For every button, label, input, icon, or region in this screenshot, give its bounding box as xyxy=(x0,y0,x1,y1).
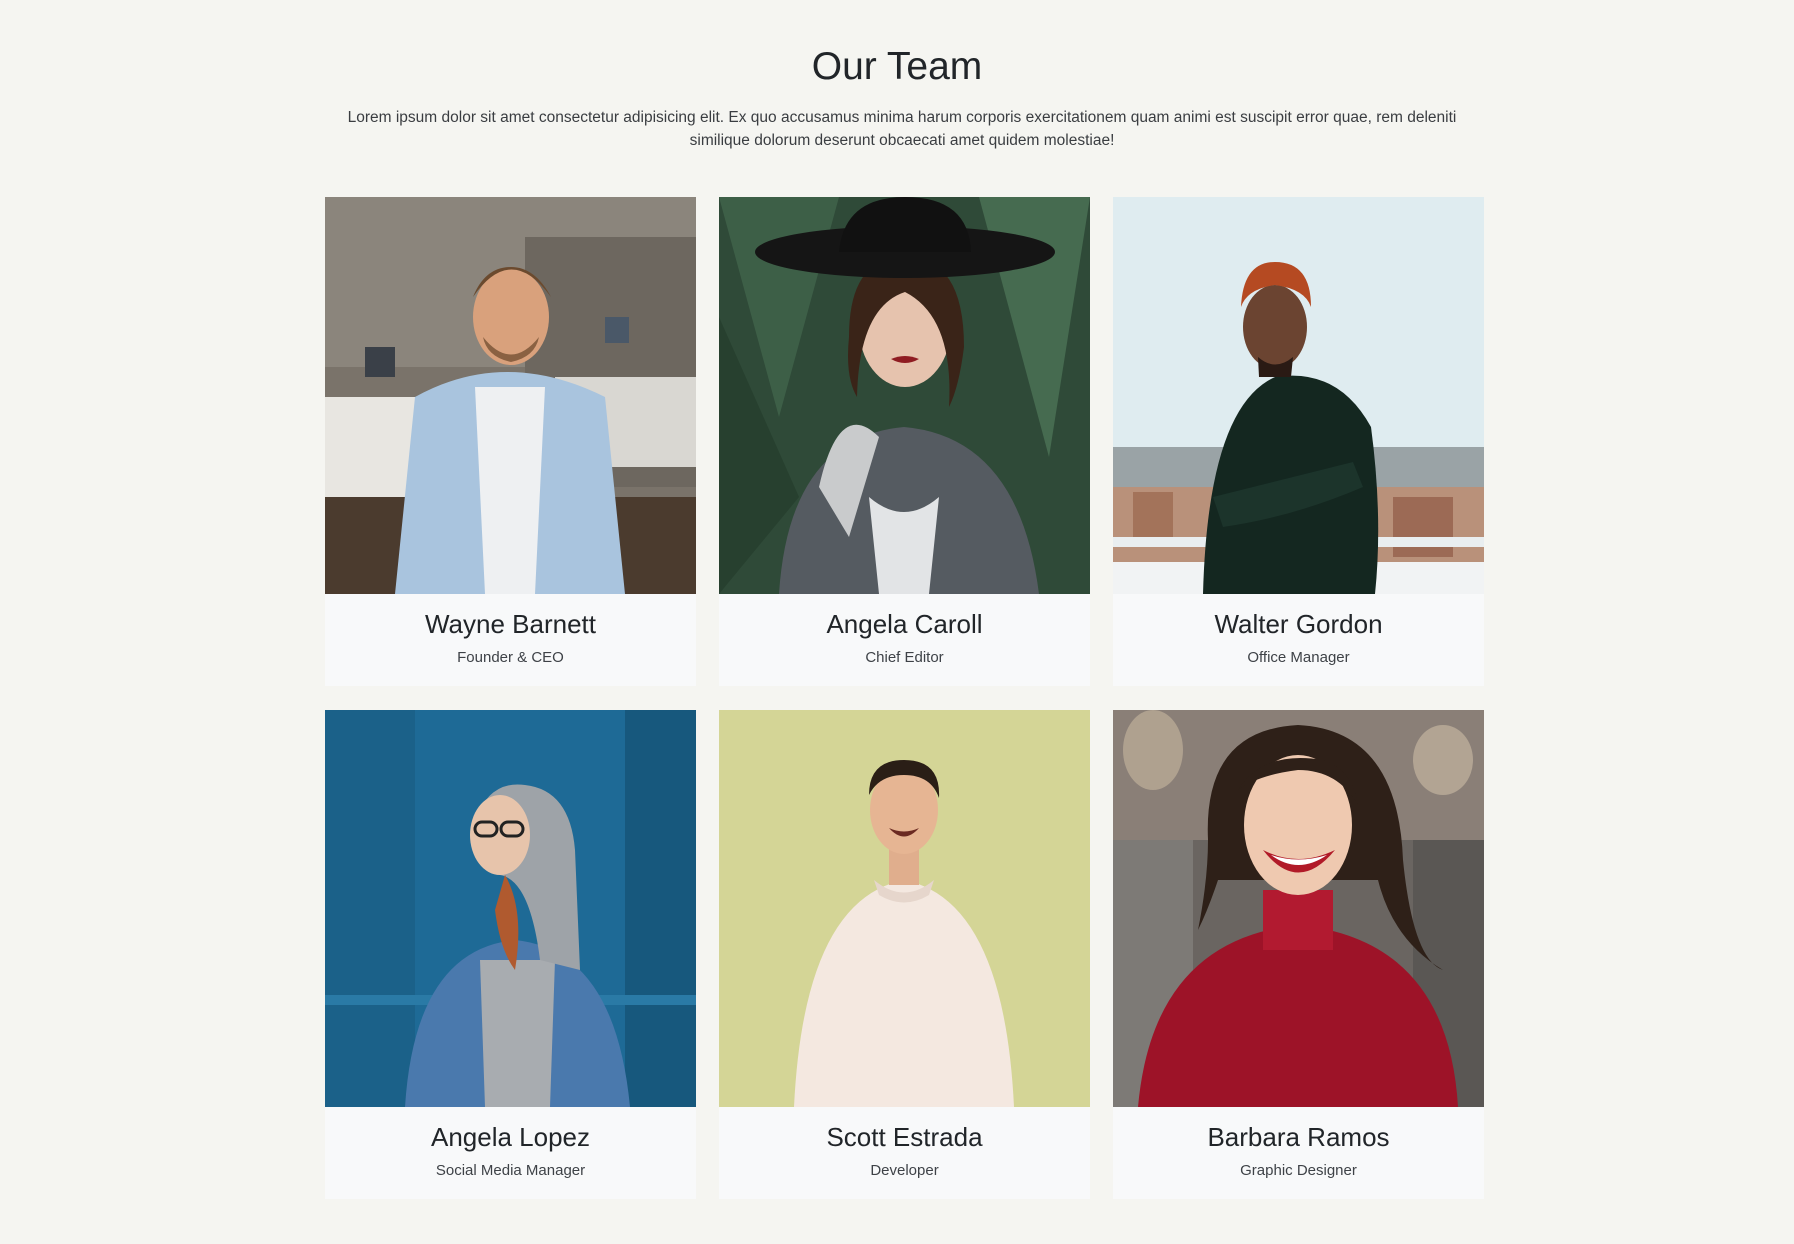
team-member-role: Social Media Manager xyxy=(435,1162,586,1179)
team-member-photo xyxy=(719,710,1090,1107)
team-card: Barbara Ramos Graphic Designer xyxy=(1113,710,1484,1199)
team-member-name: Walter Gordon xyxy=(1214,609,1383,639)
team-member-name: Angela Lopez xyxy=(430,1122,591,1152)
team-member-name: Angela Caroll xyxy=(826,609,983,639)
team-member-role: Graphic Designer xyxy=(1240,1162,1357,1179)
team-member-photo xyxy=(719,197,1090,594)
team-member-role: Chief Editor xyxy=(865,649,944,666)
team-member-role: Founder & CEO xyxy=(457,649,564,666)
team-grid: Wayne Barnett Founder & CEO Angela Carol… xyxy=(325,197,1484,1199)
team-card: Angela Lopez Social Media Manager xyxy=(325,710,696,1199)
team-member-photo xyxy=(325,197,696,594)
section-description: Lorem ipsum dolor sit amet consectetur a… xyxy=(347,109,1457,149)
team-section: Our Team Lorem ipsum dolor sit amet cons… xyxy=(0,0,1794,1244)
team-card: Angela Caroll Chief Editor xyxy=(719,197,1090,686)
team-member-photo xyxy=(325,710,696,1107)
team-member-photo xyxy=(1113,710,1484,1107)
team-card: Scott Estrada Developer xyxy=(719,710,1090,1199)
team-member-name: Barbara Ramos xyxy=(1207,1122,1390,1152)
team-member-photo xyxy=(1113,197,1484,594)
team-card: Walter Gordon Office Manager xyxy=(1113,197,1484,686)
team-member-role: Office Manager xyxy=(1247,649,1350,666)
team-member-name: Wayne Barnett xyxy=(424,609,596,639)
page-title: Our Team xyxy=(811,45,983,88)
team-member-name: Scott Estrada xyxy=(826,1122,983,1152)
team-card: Wayne Barnett Founder & CEO xyxy=(325,197,696,686)
team-member-role: Developer xyxy=(870,1162,939,1179)
